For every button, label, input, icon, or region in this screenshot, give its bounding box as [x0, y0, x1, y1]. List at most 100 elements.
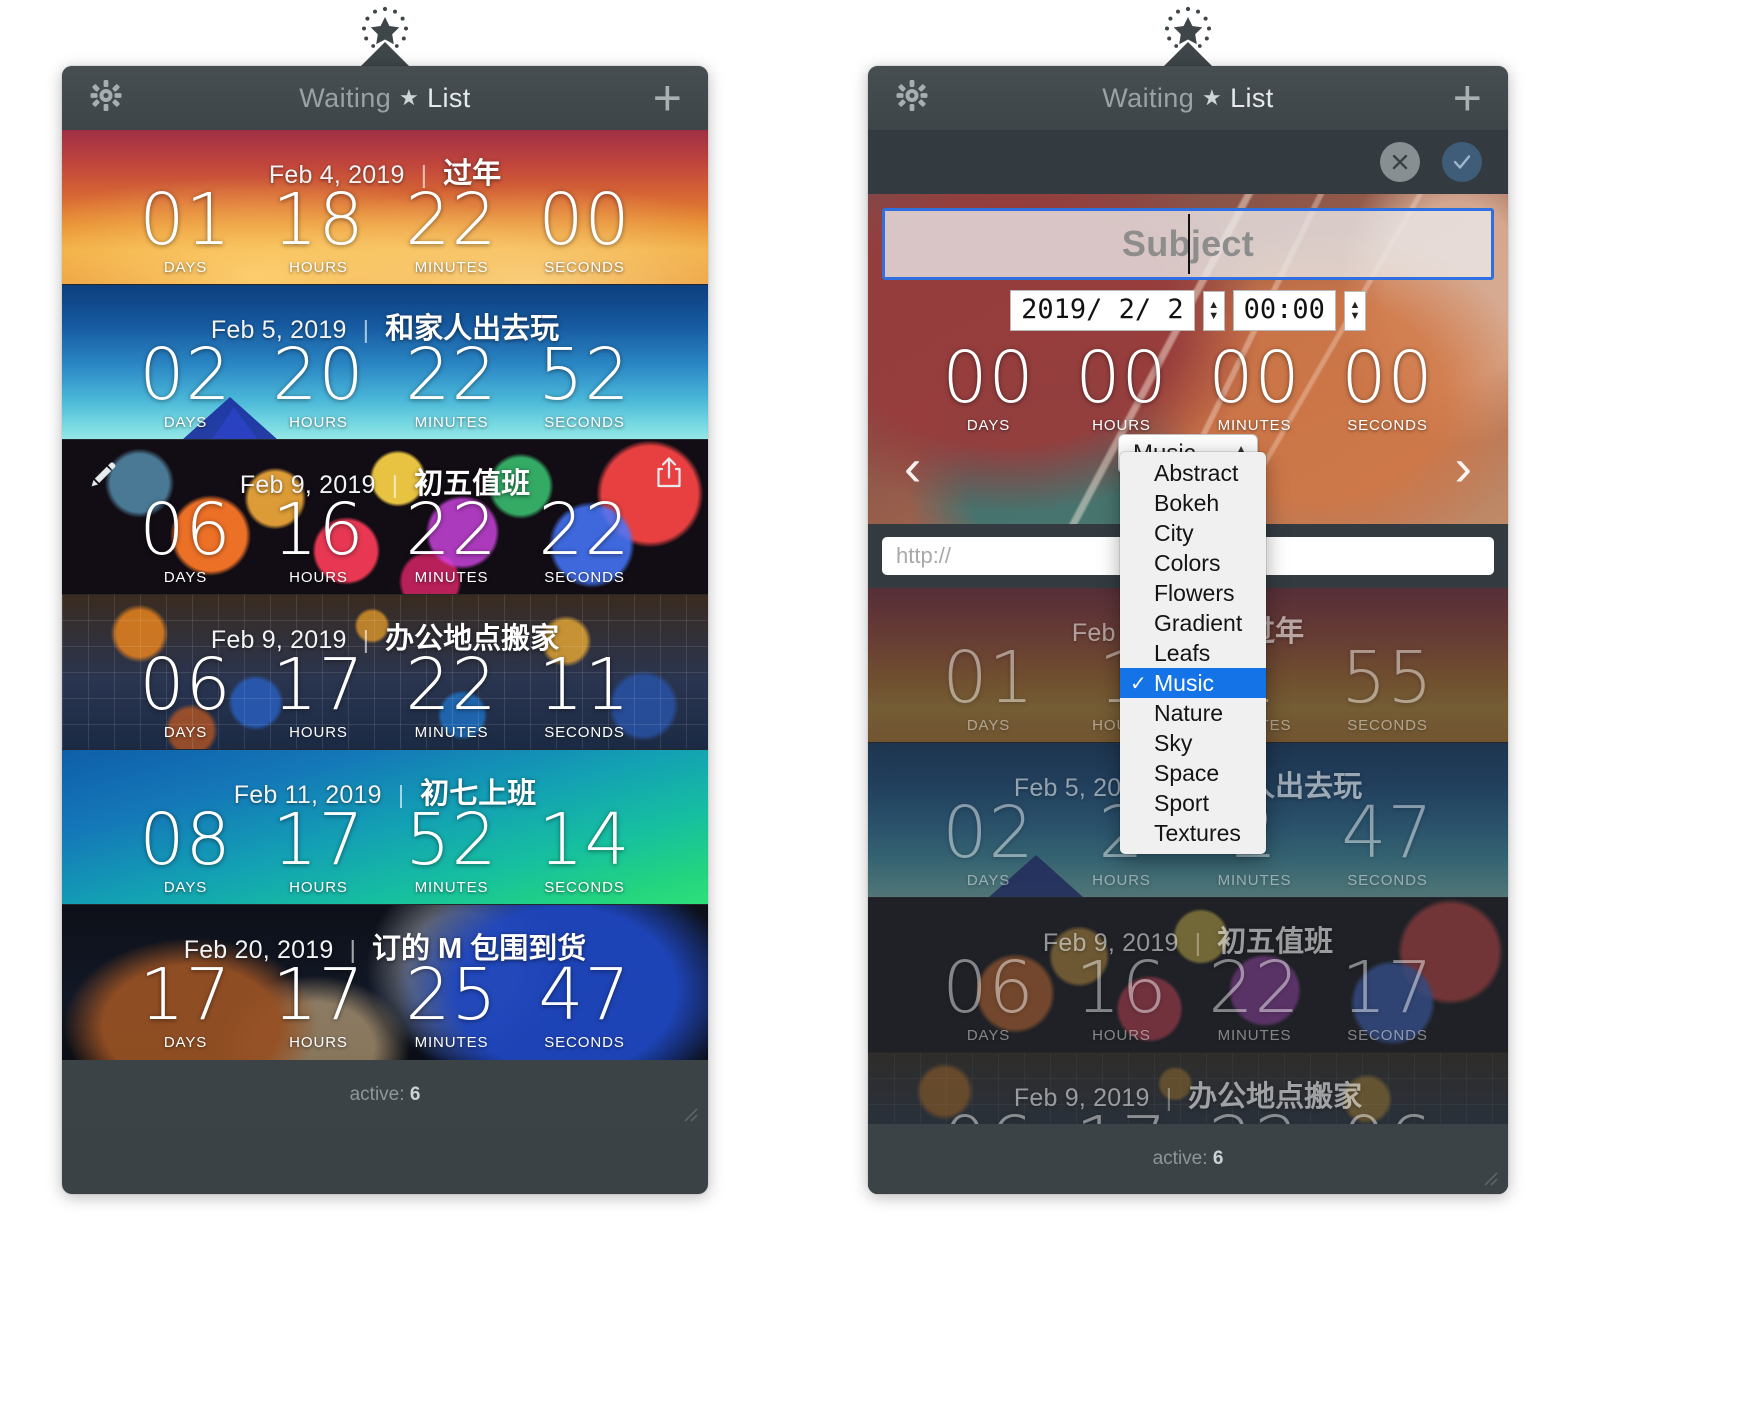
- countdown-minutes-label: MINUTES: [414, 879, 489, 897]
- resize-grip[interactable]: [680, 1104, 698, 1122]
- time-field[interactable]: 00:00: [1232, 290, 1336, 331]
- countdown-seconds: 00 SECONDS: [518, 178, 651, 277]
- add-item-button[interactable]: +: [653, 73, 682, 123]
- menu-item-label: Bokeh: [1154, 489, 1220, 516]
- resize-grip[interactable]: [1480, 1168, 1498, 1186]
- chevron-left-icon[interactable]: ‹: [904, 442, 921, 494]
- countdown-days-label: DAYS: [966, 717, 1011, 735]
- countdown-minutes: 52 MINUTES: [385, 804, 518, 897]
- menu-item-sky[interactable]: Sky: [1120, 728, 1266, 758]
- countdown-hours-label: HOURS: [289, 259, 348, 277]
- countdown-minutes-label: MINUTES: [414, 1034, 489, 1052]
- countdown-days-value: 06: [942, 946, 1035, 1029]
- menu-item-textures[interactable]: Textures: [1120, 818, 1266, 848]
- cancel-button[interactable]: [1380, 142, 1420, 182]
- window-title-right: Waiting ★ List: [868, 83, 1508, 114]
- title-word-list: List: [427, 82, 471, 113]
- menu-item-sport[interactable]: Sport: [1120, 788, 1266, 818]
- time-stepper[interactable]: ▲ ▼: [1343, 290, 1366, 331]
- countdown-hours-label: HOURS: [1092, 417, 1151, 435]
- menu-item-label: Flowers: [1154, 579, 1235, 606]
- countdown-minutes-value: 22: [405, 488, 498, 571]
- countdown-days: 02 DAYS: [119, 339, 252, 432]
- list-item[interactable]: Feb 4, 2019 | 过年 01 DAYS 18 HOURS 22 MINUTE…: [62, 130, 708, 285]
- countdown-hours-value: 18: [272, 178, 365, 261]
- gear-icon[interactable]: [894, 78, 930, 119]
- countdown-seconds: 11 SECONDS: [518, 643, 651, 742]
- countdown-seconds-value: 11: [538, 643, 631, 726]
- countdown-minutes-label: MINUTES: [414, 259, 489, 277]
- add-item-button[interactable]: +: [1453, 73, 1482, 123]
- countdown-days-label: DAYS: [163, 1034, 208, 1052]
- date-field[interactable]: 2019/ 2/ 2: [1010, 290, 1195, 331]
- date-stepper[interactable]: ▲ ▼: [1202, 290, 1225, 331]
- countdown-hours: 20 HOURS: [252, 333, 385, 432]
- menu-item-space[interactable]: Space: [1120, 758, 1266, 788]
- menu-item-nature[interactable]: Nature: [1120, 698, 1266, 728]
- title-star-icon: ★: [1202, 84, 1223, 110]
- countdown-minutes-value: 22: [1208, 946, 1301, 1029]
- menu-item-gradient[interactable]: Gradient: [1120, 608, 1266, 638]
- menu-item-label: Colors: [1154, 549, 1221, 576]
- menu-item-city[interactable]: City: [1120, 518, 1266, 548]
- countdown-hours: 17HOURS: [252, 959, 385, 1052]
- countdown-hours: 16 HOURS: [1055, 952, 1188, 1045]
- menu-item-label: City: [1154, 519, 1194, 546]
- countdown-hours-label: HOURS: [289, 1034, 348, 1052]
- countdown-hours: 00 HOURS: [1055, 342, 1188, 435]
- countdown-days-value: 06: [139, 488, 232, 571]
- countdown-minutes-value: 22: [405, 643, 498, 726]
- active-count: 6: [409, 1084, 421, 1105]
- countdown-minutes-value: 22: [405, 333, 498, 416]
- countdown-seconds-label: SECONDS: [544, 879, 625, 897]
- countdown-seconds: 22 SECONDS: [518, 494, 651, 587]
- chevron-right-icon[interactable]: ›: [1455, 442, 1472, 494]
- list-item[interactable]: Feb 9, 2019 | 办公地点搬家 06DAYS 17HOURS 22MI…: [62, 595, 708, 750]
- countdown-minutes-label: MINUTES: [1217, 872, 1292, 890]
- row-countdown: 17 DAYS 17 HOURS 25 MINUTES 47 SECONDS: [62, 953, 708, 1052]
- countdown-days-value: 17: [139, 953, 232, 1036]
- subject-input[interactable]: Subject: [882, 208, 1494, 280]
- countdown-days-label: DAYS: [966, 872, 1011, 890]
- list-item[interactable]: Feb 5, 2019 | 和家人出去玩 02 DAYS 20 HOURS 22 MI…: [62, 285, 708, 440]
- list-item[interactable]: Feb 11, 2019 | 初七上班 08 DAYS 17 HOURS 52 MIN…: [62, 750, 708, 905]
- row-countdown: 06 DAYS 16 HOURS 22 MINUTES 17 SECONDS: [868, 946, 1508, 1045]
- gear-icon[interactable]: [88, 78, 124, 119]
- category-popup-menu[interactable]: Abstract Bokeh City Colors Flowers Gradi…: [1120, 452, 1266, 854]
- list-item[interactable]: Feb 20, 2019 | 订的 M 包围到货 17 DAYS 17 HOURS …: [62, 905, 708, 1060]
- list-item[interactable]: Feb 9, 2019 | 初五值班 06 DAYS 16 HOURS 22 MINU…: [868, 898, 1508, 1053]
- countdown-hours: 18 HOURS: [252, 178, 385, 277]
- active-count-status: active: 6: [1153, 1148, 1224, 1170]
- menu-item-abstract[interactable]: Abstract: [1120, 458, 1266, 488]
- menu-item-flowers[interactable]: Flowers: [1120, 578, 1266, 608]
- countdown-days-value: 06: [139, 643, 232, 726]
- title-star-icon: ★: [399, 84, 420, 110]
- menu-item-bokeh[interactable]: Bokeh: [1120, 488, 1266, 518]
- countdown-hours-value: 17: [272, 643, 365, 726]
- list-item[interactable]: Feb 9, 2019 | 初五值班 06 DAYS 16 HOURS 22 MINU…: [62, 440, 708, 595]
- active-label: active:: [1152, 1148, 1208, 1169]
- editor-toolbar: [868, 130, 1508, 194]
- countdown-minutes-label: MINUTES: [414, 414, 489, 432]
- menu-item-music[interactable]: ✓ Music: [1120, 668, 1266, 698]
- row-countdown: 06 DAYS 17 HOURS 22 MINUTES 11 SECONDS: [62, 643, 708, 742]
- countdown-days: 06DAYS: [922, 946, 1055, 1045]
- countdown-seconds-label: SECONDS: [544, 569, 625, 587]
- countdown-minutes-label: MINUTES: [414, 569, 489, 587]
- countdown-days-value: 01: [942, 636, 1035, 719]
- countdown-days-label: DAYS: [966, 417, 1011, 435]
- countdown-minutes-value: 25: [405, 953, 498, 1036]
- countdown-seconds-label: SECONDS: [1347, 717, 1428, 735]
- menu-item-label: Leafs: [1154, 639, 1211, 666]
- countdown-minutes: 22MINUTES: [1188, 946, 1321, 1045]
- countdown-hours-value: 16: [272, 488, 365, 571]
- titlebar-right: Waiting ★ List +: [868, 66, 1508, 130]
- menu-item-label: Nature: [1154, 699, 1224, 726]
- confirm-button[interactable]: [1442, 142, 1482, 182]
- countdown-minutes: 22MINUTES: [385, 184, 518, 277]
- countdown-seconds: 52 SECONDS: [518, 339, 651, 432]
- countdown-seconds-value: 00: [538, 178, 631, 261]
- countdown-hours-value: 20: [272, 333, 365, 416]
- menu-item-colors[interactable]: Colors: [1120, 548, 1266, 578]
- menu-item-leafs[interactable]: Leafs: [1120, 638, 1266, 668]
